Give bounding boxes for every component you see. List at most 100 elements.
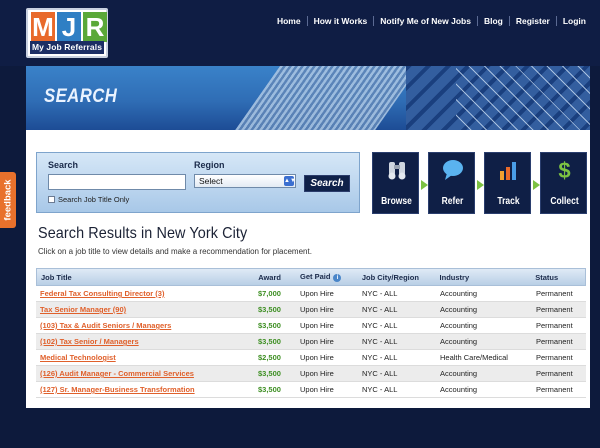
search-input[interactable]	[48, 174, 186, 190]
banner-building-graphic	[216, 66, 428, 130]
industry-value: Accounting	[440, 321, 478, 330]
site-logo[interactable]: M J R My Job Referrals	[26, 8, 108, 58]
status-value: Permanent	[536, 321, 573, 330]
nav-blog[interactable]: Blog	[476, 16, 509, 26]
table-row: (126) Audit Manager - Commercial Service…	[36, 366, 586, 382]
dollar-icon: $	[558, 158, 571, 183]
job-title-link[interactable]: (103) Tax & Audit Seniors / Managers	[36, 321, 254, 330]
region-select[interactable]: Select ▲▼	[194, 174, 296, 188]
get-paid-value: Upon Hire	[300, 289, 334, 298]
table-header: Job Title Award Get Paid i Job City/Regio…	[36, 268, 586, 286]
table-row: Federal Tax Consulting Director (3) $7,0…	[36, 286, 586, 302]
col-get-paid[interactable]: Get Paid i	[296, 272, 358, 282]
speech-bubble-icon	[429, 159, 476, 187]
nav-login[interactable]: Login	[555, 16, 592, 26]
industry-value: Accounting	[440, 369, 478, 378]
results-title: Search Results in New York City	[38, 225, 248, 242]
job-title-only-label: Search Job Title Only	[58, 195, 130, 204]
col-industry[interactable]: Industry	[436, 273, 532, 282]
step-arrow-icon	[421, 180, 428, 190]
industry-value: Accounting	[440, 289, 478, 298]
step-arrow-icon	[477, 180, 484, 190]
city-region-value: NYC - ALL	[362, 289, 398, 298]
status-value: Permanent	[536, 369, 573, 378]
job-title-link[interactable]: Medical Technologist	[36, 353, 254, 362]
get-paid-value: Upon Hire	[300, 321, 334, 330]
results-table: Job Title Award Get Paid i Job City/Regio…	[36, 268, 586, 398]
job-title-link[interactable]: (127) Sr. Manager-Business Transformatio…	[36, 385, 254, 394]
table-row: (103) Tax & Audit Seniors / Managers $3,…	[36, 318, 586, 334]
search-label: Search	[48, 160, 79, 170]
step-refer-label: Refer	[441, 196, 464, 207]
logo-subtitle: My Job Referrals	[30, 41, 104, 54]
city-region-value: NYC - ALL	[362, 337, 398, 346]
region-selected-value: Select	[199, 176, 223, 186]
industry-value: Health Care/Medical	[440, 353, 508, 362]
job-title-link[interactable]: (102) Tax Senior / Managers	[36, 337, 254, 346]
status-value: Permanent	[536, 305, 573, 314]
top-navigation: Home How it Works Notify Me of New Jobs …	[271, 16, 592, 26]
results-subtitle: Click on a job title to view details and…	[38, 247, 312, 256]
logo-letter-m: M	[31, 12, 55, 42]
table-row: Medical Technologist $2,500 Upon Hire NY…	[36, 350, 586, 366]
step-collect-label: Collect	[550, 196, 579, 207]
logo-letter-j: J	[57, 12, 81, 42]
search-button[interactable]: Search	[304, 175, 350, 192]
award-value: $3,500	[258, 321, 281, 330]
table-row: (102) Tax Senior / Managers $3,500 Upon …	[36, 334, 586, 350]
info-icon[interactable]: i	[333, 273, 342, 282]
nav-home[interactable]: Home	[271, 16, 307, 26]
award-value: $3,500	[258, 337, 281, 346]
col-status[interactable]: Status	[531, 273, 585, 282]
get-paid-value: Upon Hire	[300, 337, 334, 346]
col-city-region[interactable]: Job City/Region	[358, 273, 436, 282]
feedback-tab[interactable]: feedback	[0, 172, 16, 228]
page-banner: SEARCH	[26, 66, 590, 130]
site-header: M J R My Job Referrals Home How it Works…	[0, 0, 600, 66]
banner-title: SEARCH	[44, 86, 118, 107]
status-value: Permanent	[536, 337, 573, 346]
step-track[interactable]: Track	[484, 152, 531, 214]
step-arrow-icon	[533, 180, 540, 190]
step-track-label: Track	[497, 196, 520, 207]
award-value: $3,500	[258, 385, 281, 394]
job-title-only-checkbox[interactable]	[48, 196, 55, 203]
award-value: $3,500	[258, 369, 281, 378]
search-panel: Search Region Select ▲▼ Search Search Jo…	[36, 152, 360, 213]
award-value: $3,500	[258, 305, 281, 314]
step-browse-label: Browse	[381, 196, 412, 207]
col-award[interactable]: Award	[254, 273, 296, 282]
industry-value: Accounting	[440, 337, 478, 346]
step-collect[interactable]: $ Collect	[540, 152, 587, 214]
city-region-value: NYC - ALL	[362, 321, 398, 330]
industry-value: Accounting	[440, 305, 478, 314]
get-paid-value: Upon Hire	[300, 305, 334, 314]
status-value: Permanent	[536, 385, 573, 394]
logo-letters: M J R	[31, 12, 107, 42]
award-value: $7,000	[258, 289, 281, 298]
nav-register[interactable]: Register	[508, 16, 556, 26]
job-title-link[interactable]: (126) Audit Manager - Commercial Service…	[36, 369, 254, 378]
feedback-label: feedback	[2, 179, 14, 221]
get-paid-value: Upon Hire	[300, 369, 334, 378]
col-job-title[interactable]: Job Title	[37, 273, 254, 282]
award-value: $2,500	[258, 353, 281, 362]
col-get-paid-label: Get Paid	[300, 272, 331, 282]
city-region-value: NYC - ALL	[362, 305, 398, 314]
banner-building-grid	[456, 66, 590, 130]
step-browse[interactable]: Browse	[372, 152, 419, 214]
nav-notify-me[interactable]: Notify Me of New Jobs	[373, 16, 477, 26]
job-title-link[interactable]: Tax Senior Manager (90)	[36, 305, 254, 314]
city-region-value: NYC - ALL	[362, 385, 398, 394]
status-value: Permanent	[536, 289, 573, 298]
status-value: Permanent	[536, 353, 573, 362]
job-title-link[interactable]: Federal Tax Consulting Director (3)	[36, 289, 254, 298]
industry-value: Accounting	[440, 385, 478, 394]
select-arrows-icon: ▲▼	[284, 176, 296, 186]
city-region-value: NYC - ALL	[362, 353, 398, 362]
binoculars-icon	[373, 159, 420, 187]
step-refer[interactable]: Refer	[428, 152, 475, 214]
city-region-value: NYC - ALL	[362, 369, 398, 378]
bar-chart-icon	[485, 159, 532, 187]
nav-how-it-works[interactable]: How it Works	[306, 16, 374, 26]
